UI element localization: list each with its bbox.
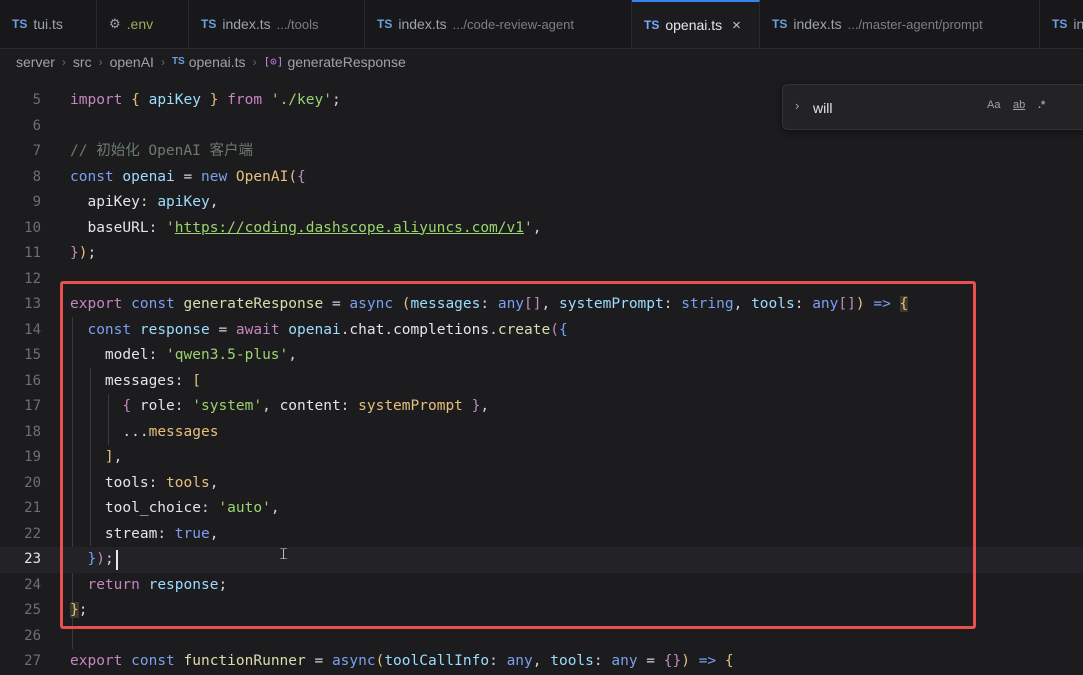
regex-icon[interactable]: .* — [1038, 99, 1045, 111]
line-number: 20 — [24, 474, 41, 491]
line-number: 9 — [32, 194, 41, 210]
line-number: 10 — [24, 219, 41, 236]
line-number: 5 — [32, 92, 41, 108]
chevron-right-icon: › — [61, 54, 66, 69]
gear-icon: ⚙ — [109, 16, 121, 31]
code-line-current: 23 }); — [0, 547, 1083, 573]
mouse-ibeam-cursor-icon: 𝙸 — [278, 544, 290, 563]
line-number: 27 — [24, 653, 41, 669]
code-line: 21 tool_choice: 'auto', — [0, 496, 1083, 522]
typescript-file-icon: TS — [171, 56, 185, 67]
line-number: 21 — [24, 500, 41, 516]
line-number: 6 — [32, 117, 41, 134]
code-line: 9 apiKey: apiKey, — [0, 190, 1083, 216]
code-line: 11}); — [0, 241, 1083, 267]
chevron-right-icon: › — [160, 54, 165, 69]
code-line: 26 — [0, 624, 1083, 650]
line-number: 16 — [24, 372, 41, 389]
line-number: 22 — [24, 525, 41, 542]
breadcrumb: server › src › openAI › TS openai.ts › [… — [16, 48, 406, 75]
code-line: 27 export const functionRunner = async(to… — [0, 649, 1083, 675]
line-number: 15 — [24, 347, 41, 363]
tab-index-master-agent-prompt[interactable]: TS index.ts .../master-agent/prompt — [760, 0, 1040, 48]
typescript-file-icon: TS — [201, 17, 217, 31]
find-widget: › will Aa ab .* — [782, 84, 1083, 130]
line-number: 25 — [24, 602, 41, 618]
match-whole-word-icon[interactable]: ab — [1013, 99, 1025, 111]
code-line: 19 ], — [0, 445, 1083, 471]
breadcrumb-openai-folder[interactable]: openAI — [110, 54, 154, 70]
code-line: 7// 初始化 OpenAI 客户端 — [0, 139, 1083, 165]
breadcrumb-src[interactable]: src — [73, 54, 92, 70]
code-line: 13 export const generateResponse = async … — [0, 292, 1083, 318]
chevron-right-icon: › — [98, 54, 103, 69]
code-line: 16 messages: [ — [0, 369, 1083, 395]
line-number: 11 — [24, 245, 41, 261]
code-line: 8 const openai = new OpenAI({ — [0, 165, 1083, 191]
code-line: 25}; — [0, 598, 1083, 624]
code-line: 15 model: 'qwen3.5-plus', — [0, 343, 1083, 369]
line-number: 26 — [24, 627, 41, 644]
typescript-file-icon: TS — [644, 18, 660, 32]
tab-label: .env — [126, 16, 154, 32]
typescript-file-icon: TS — [377, 17, 393, 31]
tab-path-hint: .../tools — [276, 16, 319, 32]
close-icon[interactable]: × — [732, 17, 741, 34]
breadcrumb-symbol[interactable]: generateResponse — [287, 54, 405, 70]
tab-path-hint: .../code-review-agent — [452, 16, 574, 32]
tab-openai-ts[interactable]: TS openai.ts × — [632, 0, 760, 48]
line-number: 13 — [24, 296, 41, 312]
code-line: 20 tools: tools, — [0, 471, 1083, 497]
match-case-icon[interactable]: Aa — [987, 99, 1000, 111]
line-number: 7 — [32, 143, 41, 159]
tab-label: index.ts — [222, 16, 271, 32]
tab-index-overflow[interactable]: TS in — [1040, 0, 1083, 48]
symbol-variable-icon: [⊙] — [263, 55, 284, 68]
line-number: 23 — [24, 551, 41, 567]
chevron-right-icon: › — [252, 54, 257, 69]
tab-path-hint: .../master-agent/prompt — [847, 16, 983, 32]
breadcrumb-server[interactable]: server — [16, 54, 55, 70]
code-line: 24 return response; — [0, 573, 1083, 599]
code-line: 14 const response = await openai.chat.co… — [0, 318, 1083, 344]
tab-index-tools[interactable]: TS index.ts .../tools — [189, 0, 365, 48]
line-number: 18 — [24, 423, 41, 440]
tab-label: index.ts — [793, 16, 842, 32]
code-line: 22 stream: true, — [0, 522, 1083, 548]
code-editor[interactable]: 5 import { apiKey } from './key'; 6 7// 初… — [0, 88, 1083, 669]
line-number: 24 — [24, 576, 41, 593]
code-line: 12 — [0, 267, 1083, 293]
breadcrumb-file[interactable]: openai.ts — [189, 54, 246, 70]
typescript-file-icon: TS — [1052, 17, 1068, 31]
line-number: 12 — [24, 270, 41, 287]
text-cursor — [116, 550, 118, 570]
editor-tab-bar: TS tui.ts ⚙ .env TS index.ts .../tools T… — [0, 0, 1083, 49]
line-number: 19 — [24, 449, 41, 465]
base-url-link[interactable]: https://coding.dashscope.aliyuncs.com/v1 — [175, 220, 524, 236]
typescript-file-icon: TS — [12, 17, 28, 31]
line-number: 14 — [24, 321, 41, 338]
tab-index-code-review-agent[interactable]: TS index.ts .../code-review-agent — [365, 0, 632, 48]
typescript-file-icon: TS — [772, 17, 788, 31]
toggle-replace-chevron-icon[interactable]: › — [795, 98, 799, 113]
tab-label: tui.ts — [33, 16, 63, 32]
line-number: 17 — [24, 398, 41, 414]
tab-label: index.ts — [398, 16, 447, 32]
tab-label: openai.ts — [665, 17, 723, 33]
code-line: 17 { role: 'system', content: systemProm… — [0, 394, 1083, 420]
code-line: 10 baseURL: 'https://coding.dashscope.al… — [0, 216, 1083, 242]
code-line: 18 ...messages — [0, 420, 1083, 446]
tab-env[interactable]: ⚙ .env — [97, 0, 189, 48]
tab-label: in — [1073, 16, 1083, 32]
tab-tui-ts[interactable]: TS tui.ts — [0, 0, 97, 48]
line-number: 8 — [32, 168, 41, 185]
